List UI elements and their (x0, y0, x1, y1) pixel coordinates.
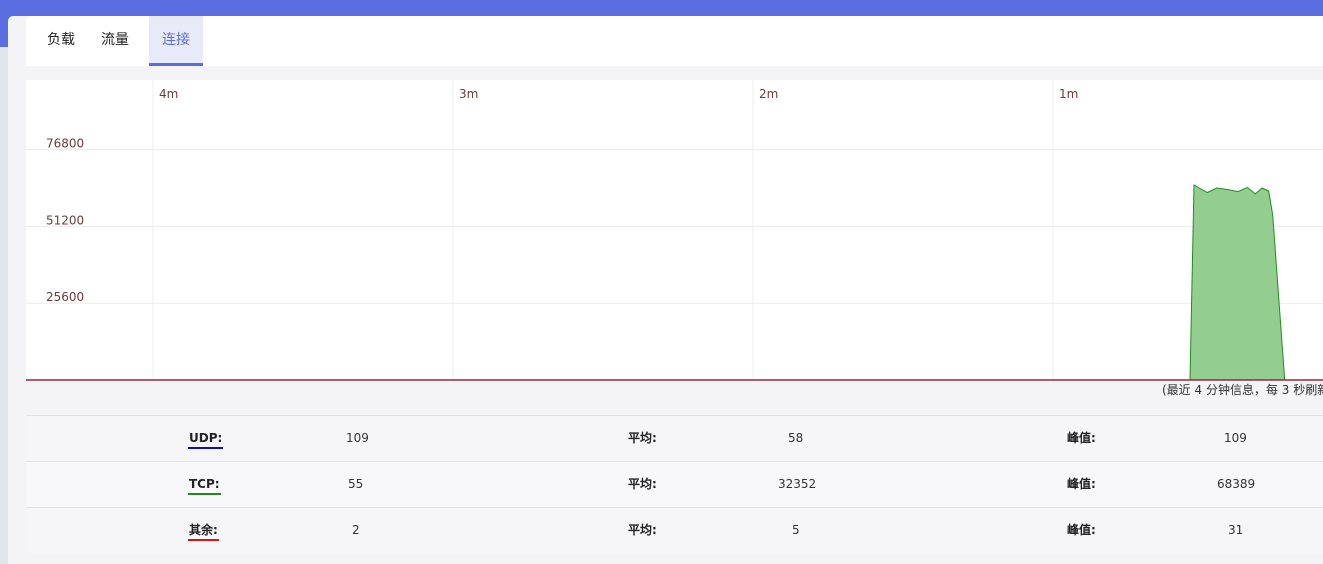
udp-label: UDP: (188, 416, 224, 461)
other-current: 2 (352, 523, 360, 537)
refresh-note: (最近 4 分钟信息，每 3 秒刷新 (1162, 383, 1323, 397)
y-tick-label: 25600 (46, 290, 84, 304)
series-area-tcp (1178, 184, 1312, 381)
y-tick-label: 76800 (46, 137, 84, 151)
udp-avg: 58 (788, 431, 804, 445)
left-rail (0, 47, 8, 564)
tab-load[interactable]: 负载 (38, 16, 84, 64)
other-peak: 31 (1228, 523, 1244, 537)
other-avg: 5 (792, 523, 800, 537)
tcp-avg: 32352 (778, 477, 817, 491)
udp-avg-label: 平均: (628, 431, 657, 445)
tab-traffic[interactable]: 流量 (92, 16, 138, 64)
x-tick-label: 2m (759, 87, 778, 101)
connections-chart: 4m 3m 2m 1m 76800 51200 25600 (26, 80, 1323, 382)
x-tick-label: 4m (159, 87, 178, 101)
other-peak-label: 峰值: (1067, 523, 1096, 537)
stats-row-tcp: TCP: 55 平均: 32352 峰值: 68389 (26, 461, 1323, 507)
connections-chart-svg: 4m 3m 2m 1m 76800 51200 25600 (26, 80, 1323, 381)
other-label: 其余: (188, 508, 219, 553)
stats-row-udp: UDP: 109 平均: 58 峰值: 109 (26, 415, 1323, 461)
stats-row-other: 其余: 2 平均: 5 峰值: 31 (26, 507, 1323, 553)
x-tick-label: 1m (1059, 87, 1078, 101)
udp-peak: 109 (1224, 431, 1247, 445)
tcp-label: TCP: (188, 462, 221, 507)
y-tick-label: 51200 (46, 213, 84, 227)
stats-table: UDP: 109 平均: 58 峰值: 109 TCP: 55 平均: 3235… (26, 415, 1323, 553)
tcp-peak: 68389 (1217, 477, 1256, 491)
x-tick-label: 3m (459, 87, 478, 101)
tcp-peak-label: 峰值: (1067, 477, 1096, 491)
tab-bar: 负载 流量 连接 (26, 16, 1323, 66)
udp-current: 109 (346, 431, 369, 445)
tcp-avg-label: 平均: (628, 477, 657, 491)
tab-connections[interactable]: 连接 (149, 16, 203, 66)
udp-peak-label: 峰值: (1067, 431, 1096, 445)
other-avg-label: 平均: (628, 523, 657, 537)
tcp-current: 55 (348, 477, 364, 491)
